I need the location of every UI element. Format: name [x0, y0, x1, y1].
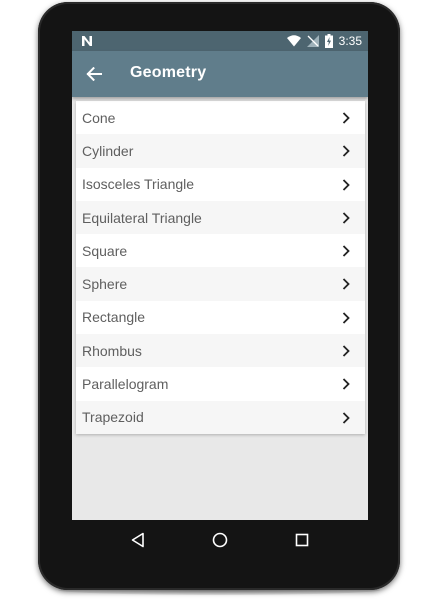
list-item-isosceles-triangle[interactable]: Isosceles Triangle	[76, 167, 365, 201]
chevron-right-icon	[342, 312, 350, 324]
chevron-right-icon	[342, 112, 350, 124]
chevron-right-icon	[342, 378, 350, 391]
list-item-sphere[interactable]: Sphere	[76, 267, 365, 301]
chevron-right-icon	[342, 245, 350, 257]
status-icons: 3:35	[286, 33, 362, 49]
back-button[interactable]	[82, 62, 106, 86]
list-item-square[interactable]: Square	[76, 234, 365, 268]
status-bar: 3:35	[72, 31, 368, 51]
chevron-right-icon	[342, 212, 350, 224]
nav-recents-icon	[295, 533, 309, 547]
list-item-cylinder[interactable]: Cylinder	[76, 134, 365, 168]
system-nav-bar	[72, 520, 368, 560]
shape-list: Cone Cylinder Isosceles Triangle Equilat…	[76, 101, 365, 434]
notification-n-icon	[80, 34, 94, 48]
list-item-label: Isosceles Triangle	[82, 176, 195, 193]
list-item-label: Parallelogram	[82, 376, 169, 393]
app-bar: Geometry	[72, 51, 368, 97]
list-item-parallelogram[interactable]: Parallelogram	[76, 367, 365, 401]
chevron-right-icon	[342, 178, 350, 191]
chevron-right-icon	[342, 278, 350, 291]
nav-home-button[interactable]	[210, 530, 230, 550]
list-item-rhombus[interactable]: Rhombus	[76, 334, 365, 368]
list-item-label: Trapezoid	[82, 409, 144, 426]
nav-back-button[interactable]	[128, 530, 148, 550]
chevron-right-icon	[342, 345, 350, 357]
nav-home-icon	[212, 532, 228, 548]
battery-charging-icon	[324, 34, 333, 48]
list-item-label: Cylinder	[82, 142, 134, 159]
list-item-label: Sphere	[82, 276, 128, 293]
list-item-trapezoid[interactable]: Trapezoid	[76, 400, 365, 434]
list-item-cone[interactable]: Cone	[76, 101, 365, 135]
wifi-icon	[286, 35, 301, 47]
list-item-rectangle[interactable]: Rectangle	[76, 300, 365, 335]
arrow-left-icon	[86, 67, 102, 81]
list-item-label: Cone	[82, 109, 116, 126]
no-signal-icon	[306, 35, 319, 47]
chevron-right-icon	[342, 145, 350, 157]
list-item-label: Rhombus	[82, 342, 142, 359]
list-item-label: Rectangle	[82, 309, 146, 326]
list-item-label: Equilateral Triangle	[82, 209, 202, 226]
page-title: Geometry	[130, 64, 207, 81]
nav-back-icon	[131, 532, 144, 548]
chevron-right-icon	[342, 412, 350, 424]
nav-recents-button[interactable]	[292, 530, 312, 550]
screen: 3:35 Geometry Cone Cylinder Isosceles Tr…	[72, 31, 368, 520]
clock: 3:35	[338, 34, 362, 48]
list-item-equilateral-triangle[interactable]: Equilateral Triangle	[76, 200, 365, 235]
list-item-label: Square	[82, 242, 128, 259]
